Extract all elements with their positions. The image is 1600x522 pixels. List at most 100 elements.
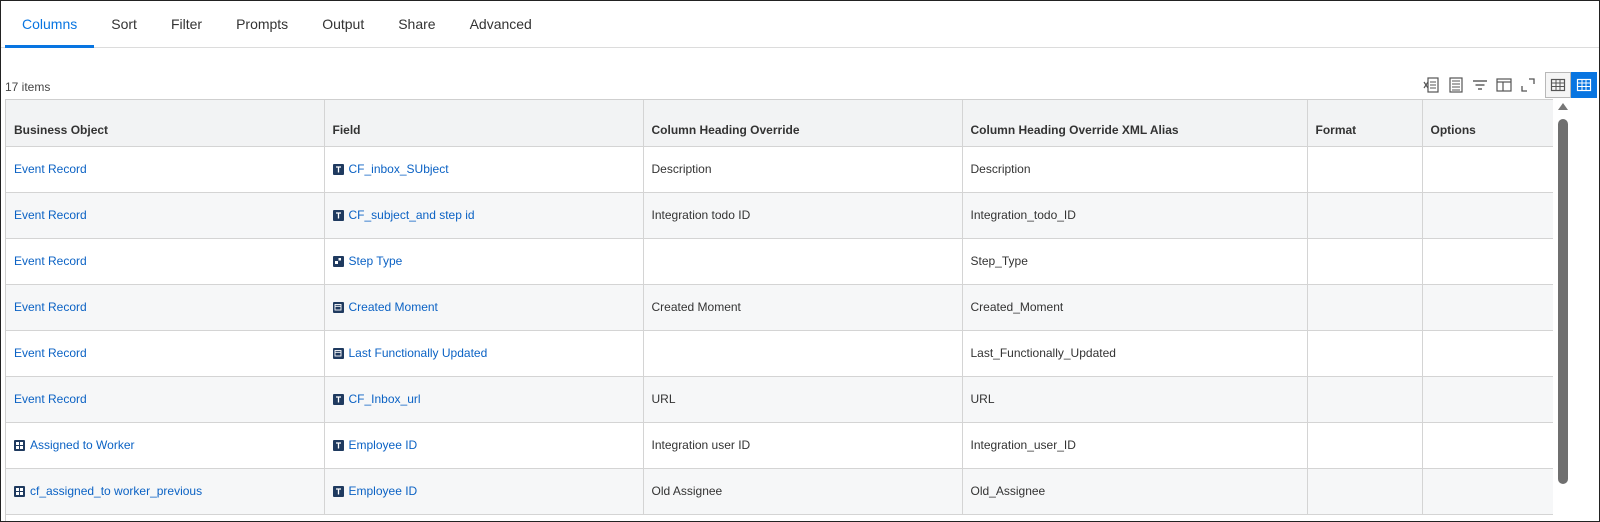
grid-view-icon[interactable] xyxy=(1571,72,1597,98)
cell-field: Created Moment xyxy=(324,284,644,331)
cell-format[interactable] xyxy=(1307,330,1423,377)
table-row: Event Record CF_Inbox_url URL URL xyxy=(6,376,1553,423)
business-object-wrap: Event Record xyxy=(14,300,316,314)
cell-format[interactable] xyxy=(1307,376,1423,423)
cell-xml-alias[interactable]: URL xyxy=(962,376,1308,423)
table-view-icon[interactable] xyxy=(1545,72,1571,98)
cell-field: CF_Inbox_url xyxy=(324,376,644,423)
header-format[interactable]: Format xyxy=(1307,100,1423,147)
report-definition-panel: Columns Sort Filter Prompts Output Share… xyxy=(0,0,1600,522)
cell-field: Employee ID xyxy=(324,422,644,469)
tab-columns[interactable]: Columns xyxy=(5,1,95,48)
field-wrap: Created Moment xyxy=(332,300,635,314)
tab-share[interactable]: Share xyxy=(381,1,452,47)
business-object-link[interactable]: Assigned to Worker xyxy=(30,438,135,452)
cell-format[interactable] xyxy=(1307,238,1423,285)
business-object-link[interactable]: Event Record xyxy=(14,346,87,360)
cell-options[interactable] xyxy=(1422,284,1553,331)
single-instance-field-icon xyxy=(332,255,344,267)
tab-prompts[interactable]: Prompts xyxy=(219,1,305,47)
cell-column-heading-override[interactable]: Created Moment xyxy=(643,284,963,331)
field-link[interactable]: Step Type xyxy=(349,254,403,268)
business-object-link[interactable]: Event Record xyxy=(14,162,87,176)
field-link[interactable]: CF_subject_and step id xyxy=(349,208,475,222)
header-xml-alias[interactable]: Column Heading Override XML Alias xyxy=(962,100,1308,147)
cell-business-object: cf_assigned_to worker_previous xyxy=(6,468,325,515)
related-object-icon xyxy=(14,439,25,451)
header-row: Business Object Field Column Heading Ove… xyxy=(6,100,1553,147)
business-object-wrap: Assigned to Worker xyxy=(14,438,316,452)
tab-bar: Columns Sort Filter Prompts Output Share… xyxy=(1,1,1599,48)
cell-options[interactable] xyxy=(1422,422,1553,469)
cell-column-heading-override[interactable] xyxy=(643,330,963,377)
cell-xml-alias[interactable]: Step_Type xyxy=(962,238,1308,285)
column-layout-icon[interactable] xyxy=(1493,74,1515,96)
scroll-up-arrow-icon[interactable] xyxy=(1558,103,1568,110)
table-row: Event Record CF_subject_and step id Integr… xyxy=(6,192,1553,239)
field-link[interactable]: Employee ID xyxy=(349,484,418,498)
grid-toolbar xyxy=(1421,72,1597,98)
export-pdf-icon[interactable] xyxy=(1445,74,1467,96)
cell-options[interactable] xyxy=(1422,330,1553,377)
export-excel-icon[interactable] xyxy=(1421,74,1443,96)
cell-field: CF_subject_and step id xyxy=(324,192,644,239)
cell-xml-alias[interactable]: Integration_user_ID xyxy=(962,422,1308,469)
tab-output[interactable]: Output xyxy=(305,1,381,47)
cell-options[interactable] xyxy=(1422,376,1553,423)
cell-options[interactable] xyxy=(1422,468,1553,515)
cell-options[interactable] xyxy=(1422,238,1553,285)
field-link[interactable]: Created Moment xyxy=(349,300,438,314)
business-object-link[interactable]: cf_assigned_to worker_previous xyxy=(30,484,202,498)
cell-column-heading-override[interactable]: Integration user ID xyxy=(643,422,963,469)
tab-advanced[interactable]: Advanced xyxy=(453,1,549,47)
cell-xml-alias[interactable]: Last_Functionally_Updated xyxy=(962,330,1308,377)
items-count: 17 items xyxy=(5,80,51,94)
expand-icon[interactable] xyxy=(1517,74,1539,96)
table-row: cf_assigned_to worker_previous Employee I… xyxy=(6,468,1553,515)
tab-filter[interactable]: Filter xyxy=(154,1,219,47)
business-object-wrap: Event Record xyxy=(14,162,316,176)
cell-column-heading-override[interactable]: Description xyxy=(643,146,963,193)
cell-column-heading-override[interactable]: URL xyxy=(643,376,963,423)
cell-format[interactable] xyxy=(1307,468,1423,515)
cell-options[interactable] xyxy=(1422,146,1553,193)
field-link[interactable]: Last Functionally Updated xyxy=(349,346,488,360)
cell-column-heading-override[interactable]: Integration todo ID xyxy=(643,192,963,239)
date-field-icon xyxy=(332,301,344,313)
business-object-link[interactable]: Event Record xyxy=(14,254,87,268)
cell-xml-alias[interactable]: Old_Assignee xyxy=(962,468,1308,515)
business-object-link[interactable]: Event Record xyxy=(14,300,87,314)
cell-xml-alias[interactable]: Description xyxy=(962,146,1308,193)
view-toggle xyxy=(1545,72,1597,98)
header-column-heading-override[interactable]: Column Heading Override xyxy=(643,100,963,147)
header-field[interactable]: Field xyxy=(324,100,644,147)
business-object-link[interactable]: Event Record xyxy=(14,392,87,406)
text-field-icon xyxy=(332,209,344,221)
cell-format[interactable] xyxy=(1307,422,1423,469)
filter-icon[interactable] xyxy=(1469,74,1491,96)
business-object-wrap: cf_assigned_to worker_previous xyxy=(14,484,316,498)
cell-field: Last Functionally Updated xyxy=(324,330,644,377)
header-business-object[interactable]: Business Object xyxy=(6,100,325,147)
field-link[interactable]: Employee ID xyxy=(349,438,418,452)
cell-format[interactable] xyxy=(1307,192,1423,239)
vertical-scrollbar[interactable] xyxy=(1556,99,1570,521)
cell-options[interactable] xyxy=(1422,192,1553,239)
field-link[interactable]: CF_Inbox_url xyxy=(349,392,421,406)
cell-xml-alias[interactable]: Created_Moment xyxy=(962,284,1308,331)
cell-column-heading-override[interactable]: Old Assignee xyxy=(643,468,963,515)
tab-sort[interactable]: Sort xyxy=(94,1,154,47)
cell-format[interactable] xyxy=(1307,146,1423,193)
cell-column-heading-override[interactable] xyxy=(643,238,963,285)
field-link[interactable]: CF_inbox_SUbject xyxy=(349,162,449,176)
scroll-thumb[interactable] xyxy=(1558,119,1568,484)
field-wrap: Step Type xyxy=(332,254,635,268)
header-options[interactable]: Options xyxy=(1422,100,1553,147)
cell-xml-alias[interactable]: Integration_todo_ID xyxy=(962,192,1308,239)
business-object-link[interactable]: Event Record xyxy=(14,208,87,222)
business-object-wrap: Event Record xyxy=(14,392,316,406)
field-wrap: Last Functionally Updated xyxy=(332,346,635,360)
cell-format[interactable] xyxy=(1307,284,1423,331)
field-wrap: Employee ID xyxy=(332,484,635,498)
cell-business-object: Event Record xyxy=(6,238,325,285)
